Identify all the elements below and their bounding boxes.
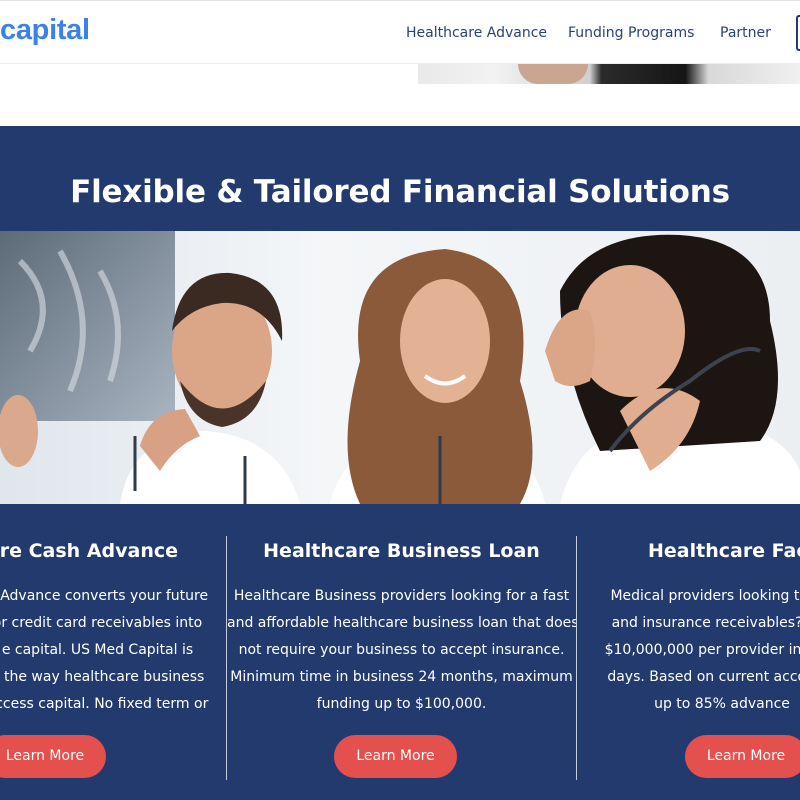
description-line: Minimum time in business 24 months, maxi… [230,669,573,685]
service-description: Healthcare Business providers looking fo… [227,583,576,718]
learn-more-button[interactable]: Learn More [685,735,800,778]
description-line: up to 85% advance [654,696,790,712]
description-line: Medical providers looking to fac [610,588,800,604]
doctors-photo [0,231,800,504]
logo[interactable]: capital [0,14,90,47]
nav-healthcare-advance[interactable]: Healthcare Advance [406,25,547,41]
service-description: h Advance converts your future or credit… [0,583,226,718]
description-line: access capital. No fixed term or [0,696,209,712]
description-line: funding up to $100,000. [316,696,487,712]
description-line: days. Based on current accounts [607,669,800,685]
service-business-loan: Healthcare Business Loan Healthcare Busi… [227,504,576,800]
learn-more-button[interactable]: Learn More [334,735,457,778]
header-cta-button[interactable] [796,15,800,51]
service-title: Healthcare Business Loan [263,540,540,562]
description-line: Healthcare Business providers looking fo… [233,588,570,604]
description-line: g the way healthcare business [0,669,205,685]
description-line: e capital. US Med Capital is [1,642,194,658]
service-title: care Cash Advance [0,540,178,562]
hero-image-edge [418,64,800,84]
service-factoring: Healthcare Fact Medical providers lookin… [577,504,800,800]
description-line: not require your business to accept insu… [238,642,565,658]
site-header: capital Healthcare Advance Funding Progr… [0,0,800,64]
nav-funding-programs[interactable]: Funding Programs [568,25,694,41]
nav-partner[interactable]: Partner [720,25,771,41]
hero-image-hand [518,64,588,84]
solutions-title: Flexible & Tailored Financial Solutions [70,174,730,210]
description-line: or credit card receivables into [0,615,203,631]
service-title: Healthcare Fact [648,540,800,562]
description-line: $10,000,000 per provider in as lit [604,642,800,658]
description-line: and affordable healthcare business loan … [227,615,576,631]
service-cash-advance: care Cash Advance h Advance converts you… [0,504,226,800]
service-description: Medical providers looking to fac and ins… [577,583,800,718]
description-line: h Advance converts your future [0,588,209,604]
learn-more-button[interactable]: Learn More [0,735,106,778]
description-line: and insurance receivables? Rec [611,615,800,631]
